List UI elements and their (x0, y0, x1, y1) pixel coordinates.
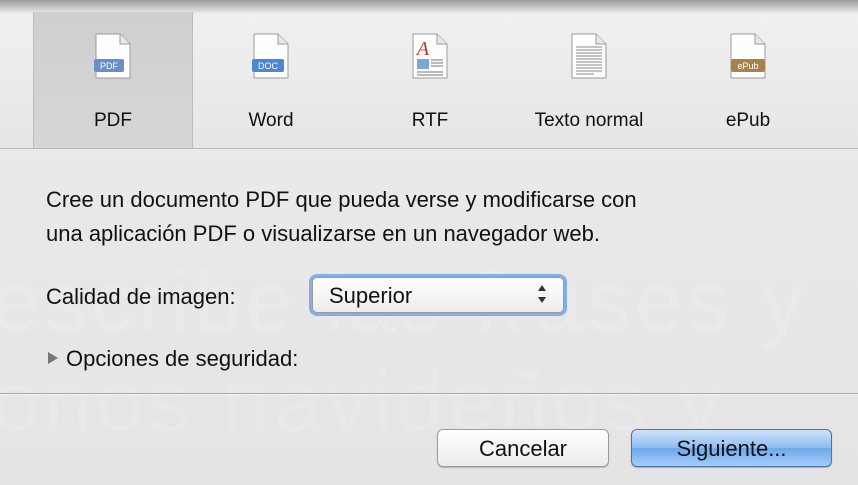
format-plain-text[interactable]: Texto normal (510, 12, 668, 148)
format-rtf[interactable]: A RTF (351, 12, 509, 148)
svg-text:A: A (415, 38, 430, 60)
up-down-arrows-icon (538, 285, 546, 303)
word-document-icon: DOC (252, 33, 289, 79)
image-quality-value: Superior (329, 283, 413, 308)
epub-document-icon: ePub (730, 33, 766, 79)
cancel-button[interactable]: Cancelar (437, 429, 609, 467)
image-quality-select[interactable]: Superior (312, 277, 564, 313)
svg-text:PDF: PDF (100, 61, 119, 71)
next-button[interactable]: Siguiente... (631, 429, 832, 467)
format-label: RTF (411, 110, 449, 131)
format-label: Texto normal (534, 110, 644, 131)
format-label: Word (248, 110, 294, 131)
disclosure-triangle-icon[interactable] (46, 351, 60, 365)
export-sheet: escribe las frases y onos navideños y PD… (0, 0, 858, 485)
format-label: PDF (94, 110, 132, 131)
sheet-top-shadow (0, 0, 858, 14)
svg-text:ePub: ePub (737, 61, 758, 71)
security-options-label: Opciones de seguridad: (66, 346, 299, 371)
format-word[interactable]: DOC Word (192, 12, 350, 148)
pdf-document-icon: PDF (94, 33, 131, 79)
svg-text:DOC: DOC (258, 61, 279, 71)
format-epub[interactable]: ePub ePub (669, 12, 827, 148)
rtf-document-icon: A (412, 33, 448, 79)
format-label: ePub (725, 110, 771, 131)
format-description: Cree un documento PDF que pueda verse y … (46, 187, 637, 246)
divider (0, 393, 858, 394)
plain-text-document-icon (571, 33, 607, 79)
format-toolbar: PDF PDF DOC Word A RTF Texto normal ePub… (0, 12, 858, 149)
image-quality-label: Calidad de imagen: (46, 284, 236, 309)
format-pdf[interactable]: PDF PDF (33, 12, 193, 148)
